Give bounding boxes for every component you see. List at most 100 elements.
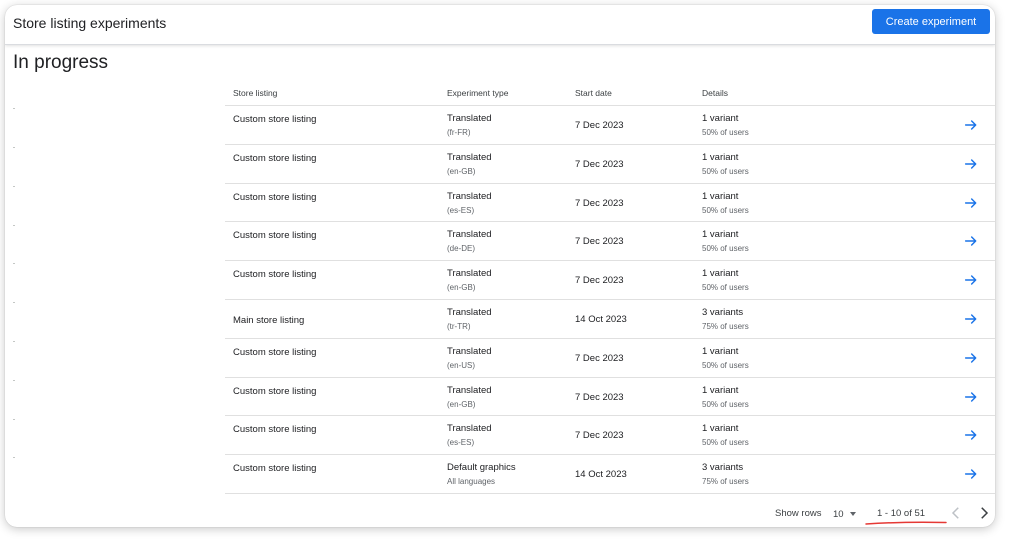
rows-per-page-select[interactable]: 10 xyxy=(830,506,860,522)
start-date-cell: 14 Oct 2023 xyxy=(575,313,627,325)
show-rows-label: Show rows xyxy=(775,508,822,519)
table-row[interactable]: Custom store listing Translated (en-US) 7 D… xyxy=(225,339,995,378)
store-listing-cell: Custom store listing xyxy=(233,230,317,242)
experiments-table: Store listing Experiment type Start date… xyxy=(225,83,995,494)
store-listing-cell: Custom store listing xyxy=(233,269,317,281)
arrow-forward-icon[interactable] xyxy=(963,427,979,443)
rows-per-page-value: 10 xyxy=(833,508,844,520)
experiment-locale: (fr-FR) xyxy=(447,128,471,137)
variant-count: 1 variant xyxy=(702,151,739,163)
pagination-bar: Show rows 10 1 - 10 of 51 xyxy=(225,500,995,527)
experiment-locale: (en-US) xyxy=(447,360,476,370)
start-date-cell: 7 Dec 2023 xyxy=(575,275,624,287)
experiment-locale: All languages xyxy=(447,477,496,487)
variant-count: 3 variants xyxy=(702,306,744,318)
experiment-type-cell: Translated xyxy=(447,268,492,280)
experiment-type-cell: Translated xyxy=(447,113,492,124)
store-listing-cell: Main store listing xyxy=(233,314,305,326)
experiment-type-cell: Translated xyxy=(447,190,492,202)
user-share: 50% of users xyxy=(702,205,749,215)
experiment-locale: (tr-TR) xyxy=(447,321,471,331)
store-listing-cell: Custom store listing xyxy=(233,346,317,358)
user-share: 50% of users xyxy=(702,128,749,137)
table-row[interactable]: Custom store listing Translated (fr-FR) 7 D… xyxy=(225,106,995,145)
store-listing-cell: Custom store listing xyxy=(233,152,317,164)
table-row[interactable]: Custom store listing Translated (en-GB) 7 D… xyxy=(225,145,995,184)
experiment-locale: (en-GB) xyxy=(447,399,476,409)
page-title: Store listing experiments xyxy=(13,15,167,31)
arrow-forward-icon[interactable] xyxy=(963,389,979,405)
chevron-right-icon[interactable] xyxy=(975,504,993,522)
table-header: Store listing Experiment type Start date… xyxy=(225,83,995,106)
pagination-range: 1 - 10 of 51 xyxy=(877,508,926,519)
variant-count: 1 variant xyxy=(702,423,739,435)
user-share: 50% of users xyxy=(702,283,749,293)
user-share: 50% of users xyxy=(702,399,749,409)
caret-down-icon xyxy=(849,512,856,516)
experiment-type-cell: Translated xyxy=(447,423,492,435)
column-header-store-listing[interactable]: Store listing xyxy=(233,88,277,98)
experiment-type-cell: Default graphics xyxy=(447,462,516,474)
arrow-forward-icon[interactable] xyxy=(963,272,979,288)
variant-count: 1 variant xyxy=(702,384,739,396)
section-title: In progress xyxy=(13,52,109,73)
start-date-cell: 7 Dec 2023 xyxy=(575,158,624,170)
annotation-underline xyxy=(865,521,947,525)
arrow-forward-icon[interactable] xyxy=(963,156,979,172)
experiment-type-cell: Translated xyxy=(447,151,492,163)
user-share: 75% of users xyxy=(702,321,749,331)
user-share: 50% of users xyxy=(702,244,749,254)
header-bar: Store listing experiments Create experim… xyxy=(5,5,995,45)
column-header-experiment-type[interactable]: Experiment type xyxy=(447,88,508,98)
start-date-cell: 14 Oct 2023 xyxy=(575,469,627,481)
user-share: 50% of users xyxy=(702,360,749,370)
table-row[interactable]: Custom store listing Default graphics All … xyxy=(225,455,995,494)
arrow-forward-icon[interactable] xyxy=(963,117,979,133)
start-date-cell: 7 Dec 2023 xyxy=(575,391,624,403)
start-date-cell: 7 Dec 2023 xyxy=(575,197,624,209)
arrow-forward-icon[interactable] xyxy=(963,311,979,327)
user-share: 50% of users xyxy=(702,166,749,176)
variant-count: 1 variant xyxy=(702,268,739,280)
variant-count: 1 variant xyxy=(702,345,739,357)
chevron-left-icon[interactable] xyxy=(947,504,965,522)
table-row[interactable]: Custom store listing Translated (en-GB) 7 D… xyxy=(225,261,995,300)
experiment-locale: (en-GB) xyxy=(447,283,476,293)
variant-count: 1 variant xyxy=(702,190,739,202)
store-listing-cell: Custom store listing xyxy=(233,385,317,397)
experiment-type-cell: Translated xyxy=(447,384,492,396)
start-date-cell: 7 Dec 2023 xyxy=(575,120,624,131)
experiment-locale: (es-ES) xyxy=(447,438,475,448)
experiment-type-cell: Translated xyxy=(447,345,492,357)
store-listing-cell: Custom store listing xyxy=(233,463,317,475)
experiment-locale: (en-GB) xyxy=(447,166,476,176)
start-date-cell: 7 Dec 2023 xyxy=(575,430,624,442)
table-row[interactable]: Custom store listing Translated (es-ES) 7 D… xyxy=(225,184,995,223)
user-share: 75% of users xyxy=(702,477,749,487)
experiments-panel: Store listing experiments Create experim… xyxy=(5,5,995,527)
table-row[interactable]: Main store listing Translated (tr-TR) 14 Oc… xyxy=(225,300,995,339)
column-header-details[interactable]: Details xyxy=(702,88,728,98)
arrow-forward-icon[interactable] xyxy=(963,233,979,249)
table-row[interactable]: Custom store listing Translated (en-GB) 7 D… xyxy=(225,378,995,417)
table-row[interactable]: Custom store listing Translated (es-ES) 7 D… xyxy=(225,416,995,456)
experiment-locale: (de-DE) xyxy=(447,244,476,254)
arrow-forward-icon[interactable] xyxy=(963,466,979,482)
table-row[interactable]: Custom store listing Translated (de-DE) 7 D… xyxy=(225,222,995,262)
start-date-cell: 7 Dec 2023 xyxy=(575,352,624,364)
experiment-type-cell: Translated xyxy=(447,306,492,318)
column-header-start-date[interactable]: Start date xyxy=(575,88,612,98)
store-listing-cell: Custom store listing xyxy=(233,424,317,436)
experiment-locale: (es-ES) xyxy=(447,205,475,215)
experiment-type-cell: Translated xyxy=(447,229,492,241)
table-body: Custom store listing Translated (fr-FR) 7 D… xyxy=(225,106,995,494)
user-share: 50% of users xyxy=(702,438,749,448)
create-experiment-button[interactable]: Create experiment xyxy=(872,9,990,34)
variant-count: 1 variant xyxy=(702,229,739,241)
variant-count: 1 variant xyxy=(702,113,739,124)
store-listing-cell: Custom store listing xyxy=(233,191,317,203)
arrow-forward-icon[interactable] xyxy=(963,195,979,211)
store-listing-cell: Custom store listing xyxy=(233,114,317,125)
arrow-forward-icon[interactable] xyxy=(963,350,979,366)
variant-count: 3 variants xyxy=(702,462,744,474)
